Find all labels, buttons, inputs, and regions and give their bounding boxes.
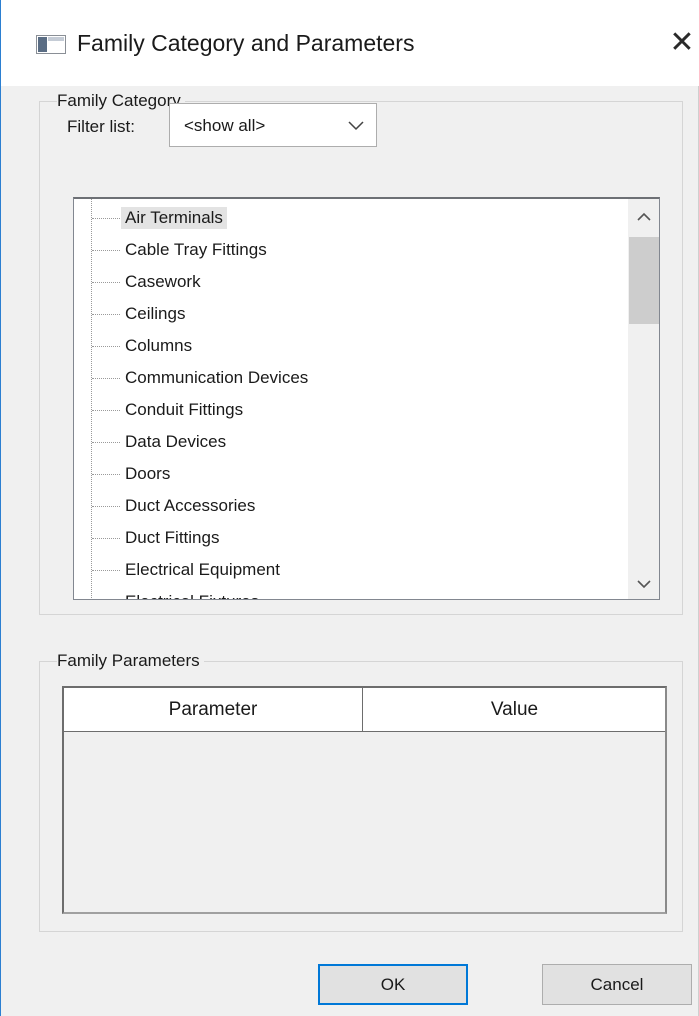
tree-connector bbox=[92, 346, 120, 347]
family-category-list[interactable]: Air Terminals Cable Tray Fittings Casework… bbox=[73, 197, 660, 600]
scroll-up-icon[interactable] bbox=[637, 212, 651, 222]
category-list-item[interactable]: Communication Devices bbox=[74, 363, 627, 395]
chevron-down-icon bbox=[348, 121, 364, 131]
close-icon: ✕ bbox=[669, 25, 695, 60]
tree-connector bbox=[92, 538, 120, 539]
category-item-label: Data Devices bbox=[125, 432, 227, 451]
category-list-item[interactable]: Casework bbox=[74, 267, 627, 299]
scrollbar-thumb[interactable] bbox=[629, 237, 659, 324]
column-header-parameter[interactable]: Parameter bbox=[64, 688, 363, 731]
tree-connector bbox=[92, 410, 120, 411]
tree-connector bbox=[92, 570, 120, 571]
category-list-item[interactable]: Duct Accessories bbox=[74, 491, 627, 523]
parameters-table-header: Parameter Value bbox=[64, 688, 665, 732]
ok-button[interactable]: OK bbox=[318, 964, 468, 1005]
tree-connector bbox=[92, 218, 120, 219]
category-item-label: Cable Tray Fittings bbox=[125, 240, 267, 259]
tree-connector bbox=[92, 378, 120, 379]
category-item-label: Casework bbox=[125, 272, 201, 291]
category-item-label: Communication Devices bbox=[125, 368, 309, 387]
window-title: Family Category and Parameters bbox=[77, 30, 415, 56]
vertical-scrollbar[interactable] bbox=[628, 199, 659, 599]
family-parameters-label: Family Parameters bbox=[57, 651, 204, 671]
category-item-label: Air Terminals bbox=[121, 207, 227, 229]
category-list-item[interactable]: Air Terminals bbox=[74, 203, 627, 235]
filter-list-select[interactable]: <show all> bbox=[169, 103, 377, 147]
tree-connector bbox=[92, 506, 120, 507]
dialog-window: Family Category and Parameters ✕ Family … bbox=[0, 0, 699, 1016]
category-list-item[interactable]: Ceilings bbox=[74, 299, 627, 331]
category-list-item[interactable]: Electrical Fixtures bbox=[74, 587, 627, 599]
close-button[interactable]: ✕ bbox=[665, 26, 699, 60]
title-bar[interactable]: Family Category and Parameters ✕ bbox=[1, 0, 699, 86]
tree-connector bbox=[92, 442, 120, 443]
scroll-down-icon[interactable] bbox=[637, 579, 651, 589]
tree-connector bbox=[92, 474, 120, 475]
parameters-table[interactable]: Parameter Value bbox=[62, 686, 667, 914]
category-item-label: Electrical Equipment bbox=[125, 560, 280, 579]
tree-connector bbox=[92, 250, 120, 251]
cancel-button[interactable]: Cancel bbox=[542, 964, 692, 1005]
category-item-label: Duct Fittings bbox=[125, 528, 220, 547]
category-item-label: Doors bbox=[125, 464, 171, 483]
category-item-label: Electrical Fixtures bbox=[121, 591, 263, 599]
category-item-label: Columns bbox=[125, 336, 193, 355]
category-list-item[interactable]: Electrical Equipment bbox=[74, 555, 627, 587]
category-item-label: Ceilings bbox=[125, 304, 186, 323]
filter-list-value: <show all> bbox=[184, 116, 266, 135]
category-list-item[interactable]: Duct Fittings bbox=[74, 523, 627, 555]
app-icon-bar bbox=[38, 37, 47, 52]
category-list-item[interactable]: Columns bbox=[74, 331, 627, 363]
app-icon-top bbox=[48, 37, 64, 41]
category-items: Air Terminals Cable Tray Fittings Casework… bbox=[74, 199, 627, 599]
app-icon bbox=[36, 35, 66, 54]
category-list-item[interactable]: Data Devices bbox=[74, 427, 627, 459]
column-header-value[interactable]: Value bbox=[364, 688, 665, 731]
category-item-label: Conduit Fittings bbox=[125, 400, 244, 419]
category-list-item[interactable]: Cable Tray Fittings bbox=[74, 235, 627, 267]
tree-connector bbox=[92, 314, 120, 315]
category-list-item[interactable]: Conduit Fittings bbox=[74, 395, 627, 427]
family-category-label: Family Category bbox=[57, 91, 185, 111]
filter-list-label: Filter list: bbox=[67, 117, 135, 136]
tree-connector bbox=[92, 282, 120, 283]
category-item-label: Duct Accessories bbox=[125, 496, 256, 515]
category-list-item[interactable]: Doors bbox=[74, 459, 627, 491]
